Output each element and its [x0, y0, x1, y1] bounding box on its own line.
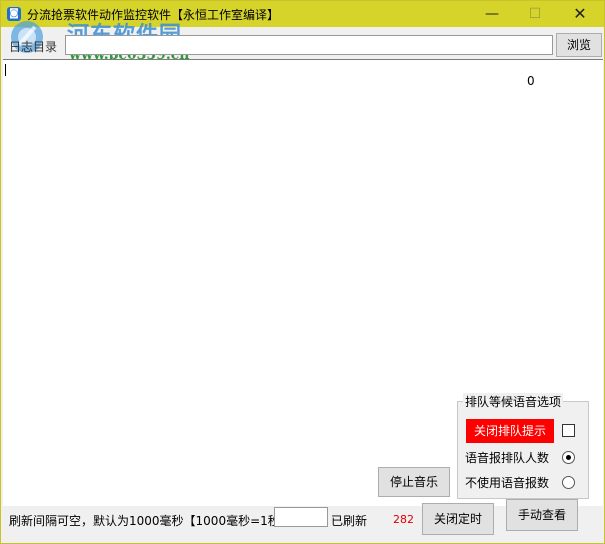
no-voice-option-label: 不使用语音报数 [465, 476, 550, 490]
interval-input[interactable] [274, 507, 328, 527]
minimize-button[interactable]: — [471, 1, 513, 27]
close-button[interactable]: ✕ [559, 1, 601, 27]
no-voice-radio[interactable] [562, 476, 575, 489]
voice-count-option-label: 语音报排队人数 [465, 451, 550, 465]
log-dir-input[interactable] [65, 35, 553, 55]
main-window: ◙ 分流抢票软件动作监控软件【永恒工作室编译】 — ☐ ✕ 河东软件园 www.… [0, 0, 605, 544]
log-dir-label: 日志目录 [9, 40, 58, 54]
voice-options-title: 排队等候语音选项 [463, 393, 564, 410]
maximize-button[interactable]: ☐ [514, 1, 556, 27]
voice-count-radio[interactable] [562, 451, 575, 464]
refresh-count: 282 [393, 513, 414, 526]
text-cursor [5, 64, 6, 76]
close-prompt-checkbox[interactable] [562, 424, 575, 437]
manual-check-button[interactable]: 手动查看 [506, 499, 578, 531]
close-queue-prompt-button[interactable]: 关闭排队提示 [466, 419, 554, 443]
queue-counter: 0 [527, 74, 535, 88]
browse-button[interactable]: 浏览 [556, 33, 602, 57]
close-timer-button[interactable]: 关闭定时 [422, 503, 494, 535]
refreshed-label: 已刷新 [331, 514, 368, 528]
radio-selected-dot [566, 455, 571, 460]
stop-music-button[interactable]: 停止音乐 [378, 467, 450, 497]
interval-note: 刷新间隔可空，默认为1000毫秒【1000毫秒=1秒】 [9, 514, 292, 528]
